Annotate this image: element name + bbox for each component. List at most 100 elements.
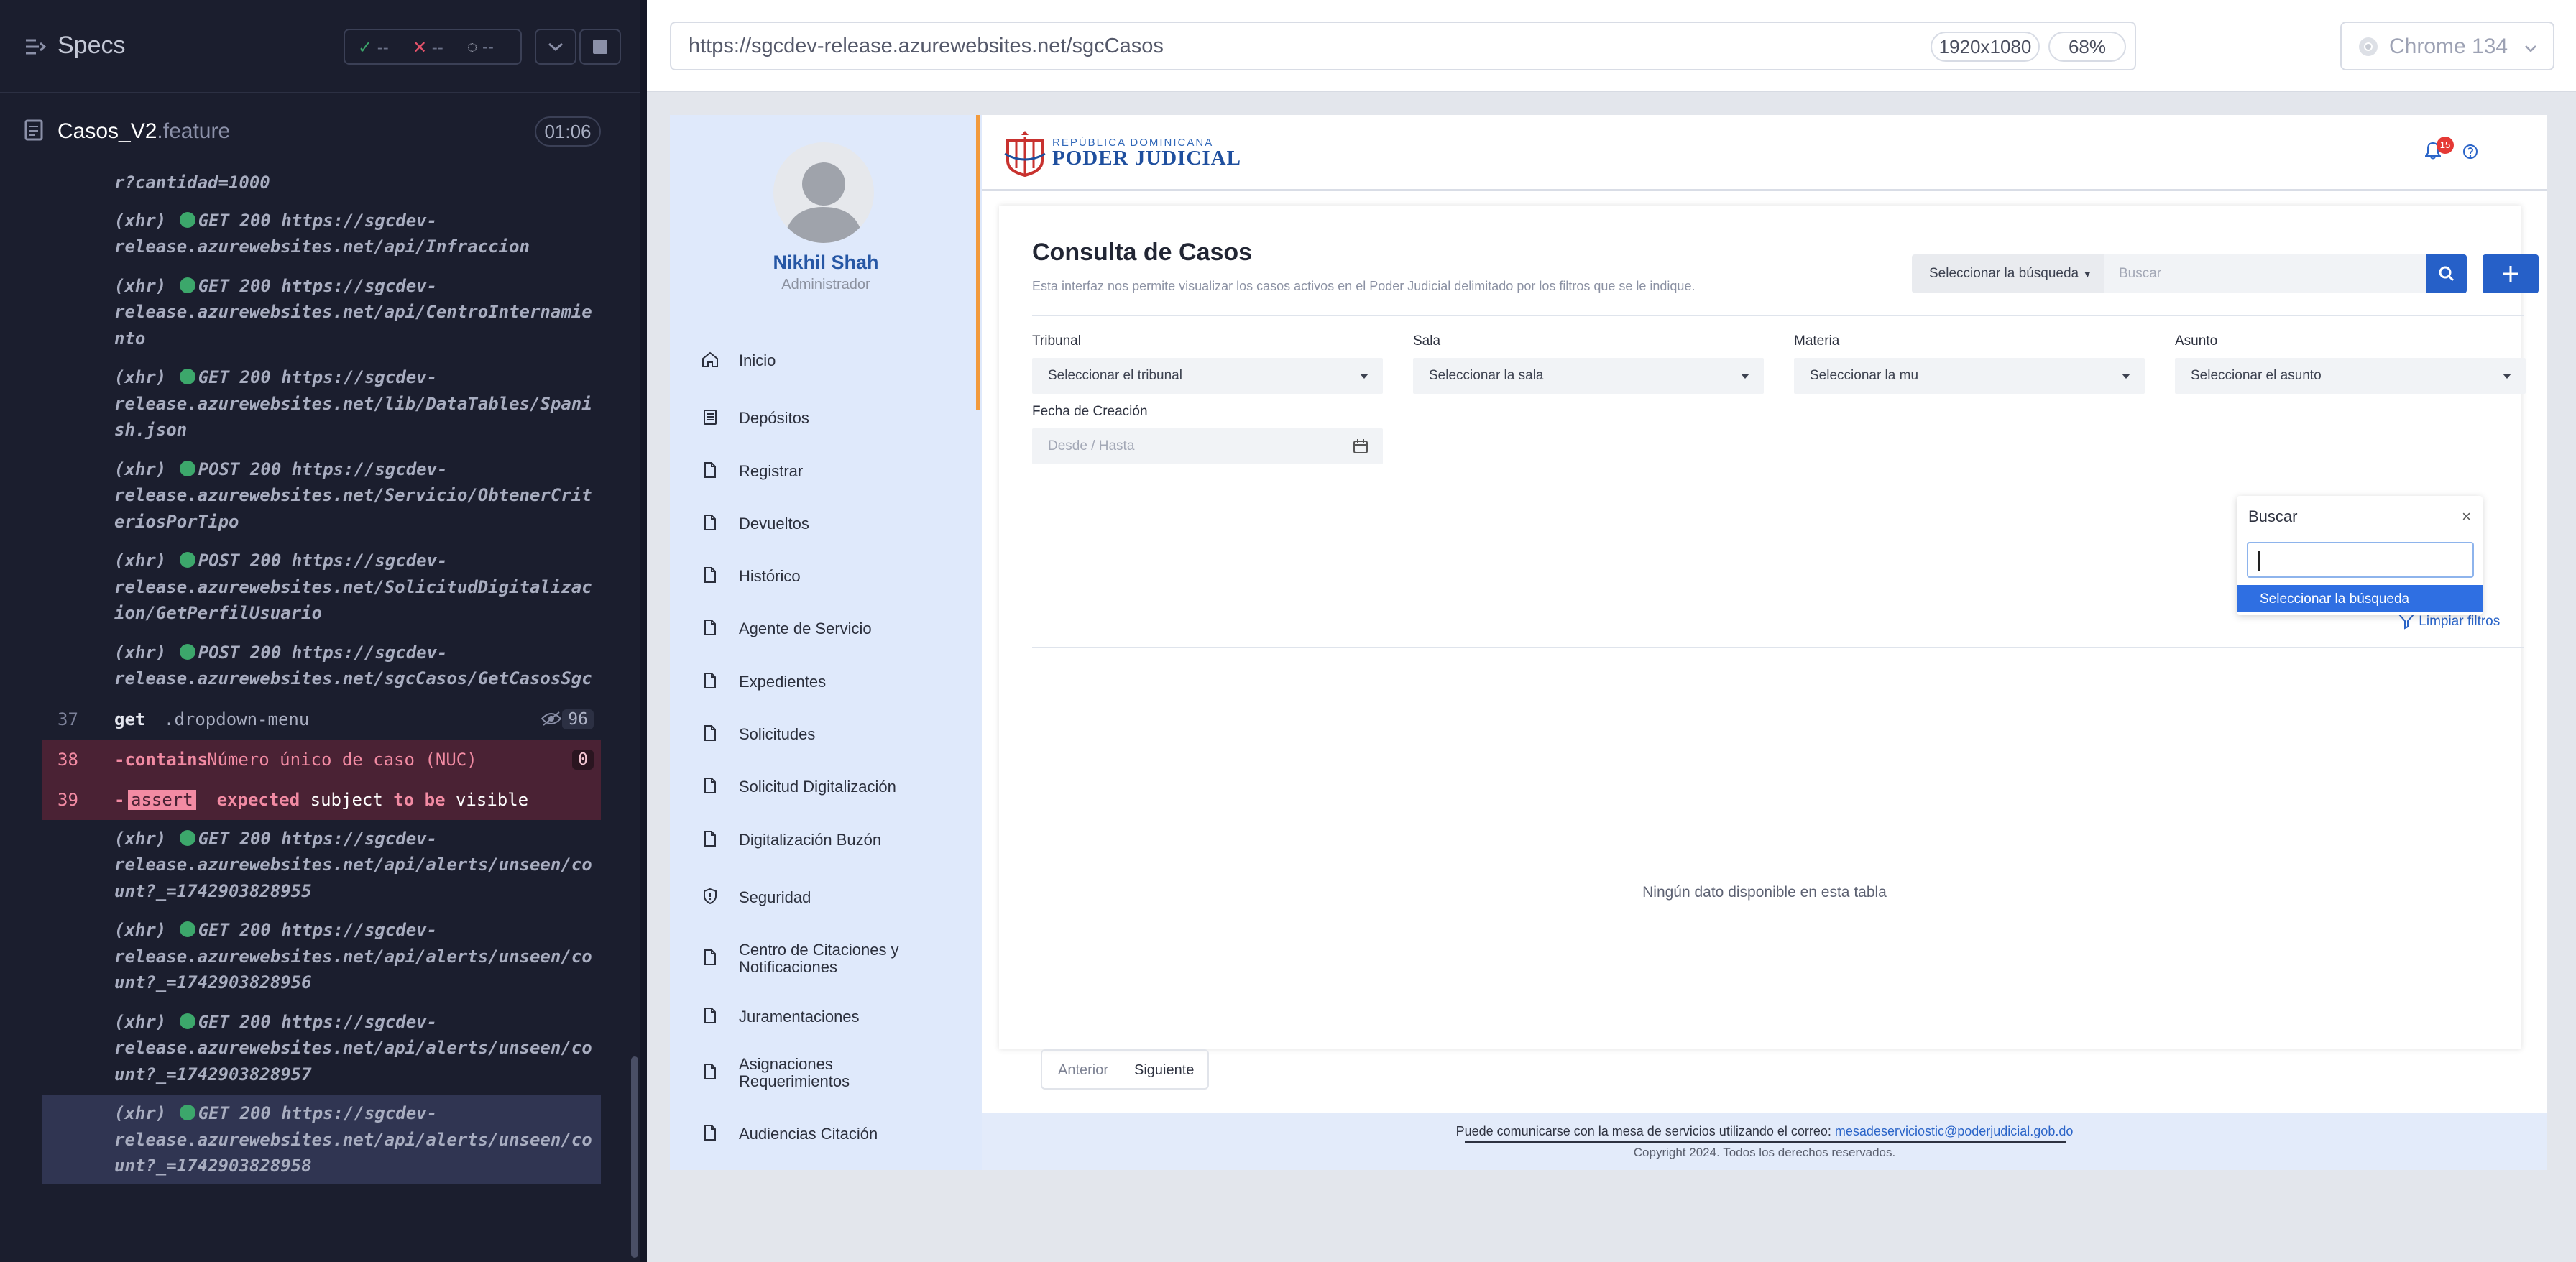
sidebar-item[interactable]: Asignaciones Requerimientos <box>702 1054 967 1090</box>
command-message: .dropdown-menu <box>164 709 310 729</box>
xhr-request[interactable]: (xhr) GET 200 https://sgcdev-release.azu… <box>42 820 601 912</box>
sidebar-item[interactable]: Solicitud Digitalización <box>702 768 967 804</box>
sidebar-item[interactable]: Centro de Citaciones y Notificaciones <box>702 940 967 976</box>
caret-down-icon: ▼ <box>2082 268 2093 280</box>
sidebar-item-label: Digitalización Buzón <box>739 831 882 849</box>
specs-icon[interactable] <box>24 37 46 56</box>
url-bar[interactable]: https://sgcdev-release.azurewebsites.net… <box>670 22 2136 70</box>
sidebar-item[interactable]: Digitalización Buzón <box>702 821 967 857</box>
status-dot-icon <box>179 460 196 476</box>
command-assert[interactable]: 39 - assert expected subject to be visib… <box>42 779 601 820</box>
runner-header: Specs ✓ -- ✕ -- ◌ -- <box>0 0 647 93</box>
tribunal-select[interactable]: Seleccionar el tribunal <box>1032 358 1383 394</box>
command-log-scrollbar[interactable] <box>631 1056 638 1258</box>
table-divider <box>1032 647 2524 648</box>
dropdown-title: Buscar <box>2248 507 2298 525</box>
command-log-top: r?cantidad=1000 (xhr) GET 200 https://sgc… <box>42 170 601 699</box>
sidebar: Nikhil Shah Administrador Inicio Depósito… <box>670 115 982 1170</box>
sidebar-item[interactable]: Expedientes <box>702 663 967 699</box>
date-range-input[interactable]: Desde / Hasta <box>1032 428 1383 464</box>
consulta-card: Consulta de Casos Esta interfaz nos perm… <box>999 206 2539 1090</box>
sala-select[interactable]: Seleccionar la sala <box>1413 358 1764 394</box>
app-under-test: Nikhil Shah Administrador Inicio Depósito… <box>670 115 2547 1170</box>
page-description: Esta interfaz nos permite visualizar los… <box>1032 279 1696 293</box>
home-icon <box>702 351 718 367</box>
sidebar-item[interactable]: Histórico <box>702 558 967 594</box>
passed-icon: ✓ <box>358 38 373 57</box>
status-dot-icon <box>179 552 196 568</box>
sidebar-item[interactable]: Audiencias Citación <box>702 1115 967 1151</box>
pending-icon: ◌ <box>467 37 478 57</box>
file-icon <box>704 462 716 478</box>
xhr-request[interactable]: (xhr) GET 200 https://sgcdev-release.azu… <box>42 1095 601 1184</box>
specs-title[interactable]: Specs <box>58 32 126 60</box>
hidden-eye-icon <box>540 711 562 726</box>
file-icon <box>704 778 716 793</box>
xhr-request[interactable]: (xhr) GET 200 https://sgcdev-release.azu… <box>42 267 601 359</box>
sidebar-item[interactable]: Juramentaciones <box>702 998 967 1034</box>
sidebar-item[interactable]: Agente de Servicio <box>702 610 967 646</box>
close-icon[interactable]: × <box>2462 507 2471 526</box>
zoom-level[interactable]: 68% <box>2048 32 2126 62</box>
caret-down-icon <box>2503 374 2511 379</box>
sidebar-item-label: Depósitos <box>739 409 809 427</box>
command-log-bottom: (xhr) GET 200 https://sgcdev-release.azu… <box>42 820 601 1184</box>
poder-judicial-logo[interactable] <box>1002 128 1048 178</box>
xhr-request[interactable]: (xhr) GET 200 https://sgcdev-release.azu… <box>42 1003 601 1095</box>
materia-label: Materia <box>1794 333 1840 349</box>
active-accent-bar <box>976 115 980 410</box>
status-dot-icon <box>179 369 196 384</box>
spec-file-header: Casos_V2.feature 01:06 <box>0 93 647 170</box>
copyright: Copyright 2024. Todos los derechos reser… <box>1633 1146 1896 1159</box>
user-icon <box>783 162 864 243</box>
prev-page-button[interactable]: Anterior <box>1058 1062 1108 1079</box>
stop-button[interactable] <box>579 29 621 65</box>
materia-select[interactable]: Seleccionar la mu <box>1794 358 2145 394</box>
sidebar-item-label: Audiencias Citación <box>739 1125 878 1143</box>
options-button[interactable] <box>535 29 576 65</box>
sidebar-item[interactable]: Seguridad <box>702 879 967 915</box>
dropdown-option[interactable]: Seleccionar la búsqueda <box>2237 585 2483 612</box>
footer-text: Puede comunicarse con la mesa de servici… <box>1455 1124 1831 1138</box>
status-dot-icon <box>179 277 196 293</box>
sidebar-item[interactable]: Inicio <box>702 342 967 378</box>
log-line-fragment[interactable]: r?cantidad=1000 <box>42 170 601 196</box>
status-dot-icon <box>179 829 196 846</box>
status-dot-icon <box>179 211 196 228</box>
spec-file-name[interactable]: Casos_V2.feature <box>58 119 230 144</box>
asunto-select[interactable]: Seleccionar el asunto <box>2175 358 2526 394</box>
search-input[interactable]: Buscar <box>2104 254 2426 293</box>
support-email-link[interactable]: mesadeserviciostic@poderjudicial.gob.do <box>1835 1124 2073 1138</box>
command-get[interactable]: 37 get .dropdown-menu 96 <box>42 699 601 740</box>
help-icon[interactable] <box>2462 144 2478 160</box>
sidebar-item[interactable]: Solicitudes <box>702 716 967 752</box>
sidebar-item[interactable]: Registrar <box>702 453 967 489</box>
command-log: r?cantidad=1000 (xhr) GET 200 https://sgc… <box>42 170 601 1184</box>
avatar[interactable] <box>773 142 874 243</box>
browser-selector[interactable]: Chrome 134 <box>2340 22 2554 70</box>
xhr-request[interactable]: (xhr) GET 200 https://sgcdev-release.azu… <box>42 911 601 1003</box>
add-case-button[interactable] <box>2483 254 2539 293</box>
search-button[interactable] <box>2426 254 2467 293</box>
viewport-size[interactable]: 1920x1080 <box>1931 32 2040 62</box>
xhr-request[interactable]: (xhr) POST 200 https://sgcdev-release.az… <box>42 451 601 543</box>
xhr-request[interactable]: (xhr) GET 200 https://sgcdev-release.azu… <box>42 202 601 267</box>
browser-name: Chrome 134 <box>2389 34 2508 58</box>
sidebar-item-label: Asignaciones Requerimientos <box>739 1055 850 1090</box>
dropdown-search-input[interactable] <box>2247 542 2474 578</box>
xhr-request[interactable]: (xhr) GET 200 https://sgcdev-release.azu… <box>42 359 601 451</box>
next-page-button[interactable]: Siguiente <box>1134 1062 1194 1079</box>
status-dot-icon <box>179 643 196 660</box>
spec-duration: 01:06 <box>535 116 601 147</box>
browser-toolbar: https://sgcdev-release.azurewebsites.net… <box>647 0 2576 92</box>
panel-resize-handle[interactable] <box>640 0 647 1262</box>
search-type-dropdown[interactable]: Seleccionar la búsqueda ▼ <box>1912 254 2104 293</box>
chevron-down-icon <box>2525 45 2536 52</box>
sidebar-item[interactable]: Devueltos <box>702 505 967 541</box>
xhr-request[interactable]: (xhr) POST 200 https://sgcdev-release.az… <box>42 542 601 634</box>
sidebar-item[interactable]: Depósitos <box>702 400 967 436</box>
xhr-request[interactable]: (xhr) POST 200 https://sgcdev-release.az… <box>42 634 601 699</box>
assert-tag: assert <box>128 789 196 810</box>
run-stats: ✓ -- ✕ -- ◌ -- <box>344 29 522 65</box>
command-contains[interactable]: 38 -contains Número único de caso (NUC) … <box>42 739 601 780</box>
